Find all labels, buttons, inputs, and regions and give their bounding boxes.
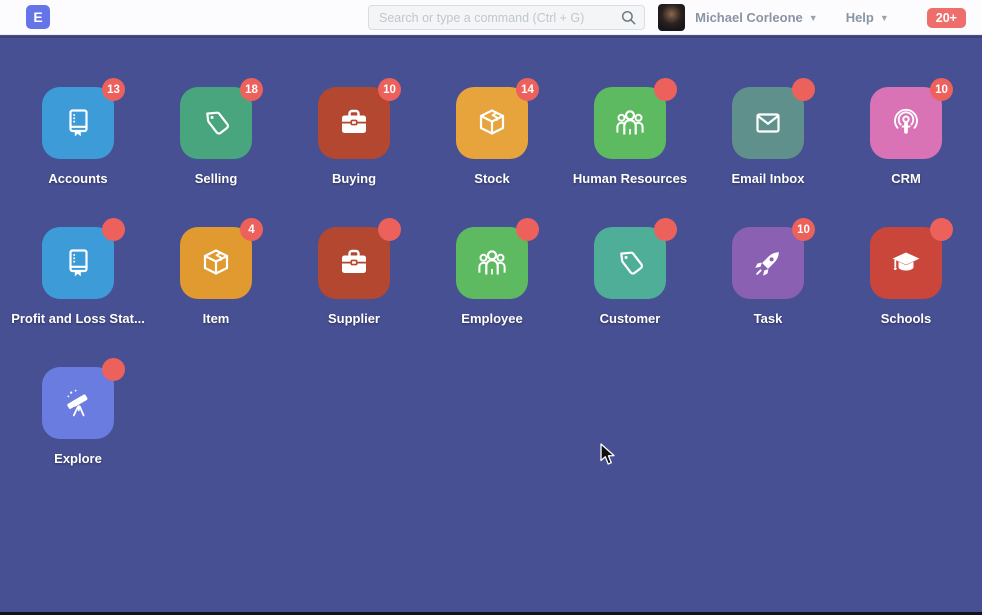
chevron-down-icon: ▼ — [880, 13, 889, 23]
module-label: Email Inbox — [732, 171, 805, 186]
module-label: Task — [754, 311, 783, 326]
notification-badge — [654, 218, 677, 241]
chevron-down-icon: ▼ — [809, 13, 818, 23]
notification-badge — [930, 218, 953, 241]
notification-badge: 10 — [930, 78, 953, 101]
notification-badge: 10 — [792, 218, 815, 241]
module-label: Schools — [881, 311, 932, 326]
module-label: Stock — [474, 171, 509, 186]
notification-badge: 14 — [516, 78, 539, 101]
user-avatar[interactable] — [658, 4, 685, 31]
module-tile-buying[interactable]: 10 Buying — [285, 87, 423, 227]
module-label: Item — [203, 311, 230, 326]
module-tile-crm[interactable]: 10 CRM — [837, 87, 975, 227]
box-icon — [472, 103, 512, 143]
module-tile-email-inbox[interactable]: Email Inbox — [699, 87, 837, 227]
notification-badge: 10 — [378, 78, 401, 101]
notification-badge — [102, 218, 125, 241]
navbar: E Michael Corleone ▼ Help ▼ 20+ — [0, 0, 982, 35]
module-grid: 13 Accounts 18 Selling 10 Buying 14 Stoc… — [9, 38, 975, 507]
help-label: Help — [846, 10, 874, 25]
user-name: Michael Corleone — [695, 10, 803, 25]
module-label: Explore — [54, 451, 102, 466]
grad-cap-icon — [886, 243, 926, 283]
notification-badge — [378, 218, 401, 241]
module-label: Supplier — [328, 311, 380, 326]
user-menu[interactable]: Michael Corleone ▼ — [695, 10, 818, 25]
notification-badge — [654, 78, 677, 101]
module-label: Accounts — [48, 171, 107, 186]
notification-badge: 13 — [102, 78, 125, 101]
people-icon — [610, 103, 650, 143]
module-tile-schools[interactable]: Schools — [837, 227, 975, 367]
module-label: Human Resources — [573, 171, 687, 186]
module-label: Buying — [332, 171, 376, 186]
notifications-count-badge[interactable]: 20+ — [927, 8, 966, 28]
desk-background: 13 Accounts 18 Selling 10 Buying 14 Stoc… — [0, 38, 982, 612]
module-label: Employee — [461, 311, 522, 326]
briefcase-icon — [334, 103, 374, 143]
module-label: Selling — [195, 171, 238, 186]
module-tile-customer[interactable]: Customer — [561, 227, 699, 367]
notification-badge — [102, 358, 125, 381]
navbar-underline — [0, 36, 982, 38]
module-tile-task[interactable]: 10 Task — [699, 227, 837, 367]
app-logo[interactable]: E — [26, 5, 50, 29]
tag-icon — [196, 103, 236, 143]
module-tile-accounts[interactable]: 13 Accounts — [9, 87, 147, 227]
notification-badge: 4 — [240, 218, 263, 241]
module-tile-profit-and-loss-stat[interactable]: Profit and Loss Stat... — [9, 227, 147, 367]
module-tile-employee[interactable]: Employee — [423, 227, 561, 367]
tag-icon — [610, 243, 650, 283]
broadcast-icon — [886, 103, 926, 143]
global-search — [368, 5, 645, 30]
book-icon — [58, 243, 98, 283]
help-menu[interactable]: Help ▼ — [846, 10, 889, 25]
rocket-icon — [748, 243, 788, 283]
notification-badge — [516, 218, 539, 241]
module-tile-item[interactable]: 4 Item — [147, 227, 285, 367]
navbar-right: Michael Corleone ▼ Help ▼ 20+ — [658, 0, 966, 35]
briefcase-icon — [334, 243, 374, 283]
module-tile-supplier[interactable]: Supplier — [285, 227, 423, 367]
people-icon — [472, 243, 512, 283]
module-tile-explore[interactable]: Explore — [9, 367, 147, 507]
notification-badge: 18 — [240, 78, 263, 101]
search-input[interactable] — [369, 11, 621, 25]
module-tile-stock[interactable]: 14 Stock — [423, 87, 561, 227]
module-tile-selling[interactable]: 18 Selling — [147, 87, 285, 227]
module-label: Profit and Loss Stat... — [11, 311, 145, 326]
module-label: Customer — [600, 311, 661, 326]
envelope-icon — [748, 103, 788, 143]
book-icon — [58, 103, 98, 143]
telescope-icon — [58, 383, 98, 423]
box-icon — [196, 243, 236, 283]
module-label: CRM — [891, 171, 921, 186]
notification-badge — [792, 78, 815, 101]
search-icon[interactable] — [621, 10, 636, 25]
module-tile-human-resources[interactable]: Human Resources — [561, 87, 699, 227]
